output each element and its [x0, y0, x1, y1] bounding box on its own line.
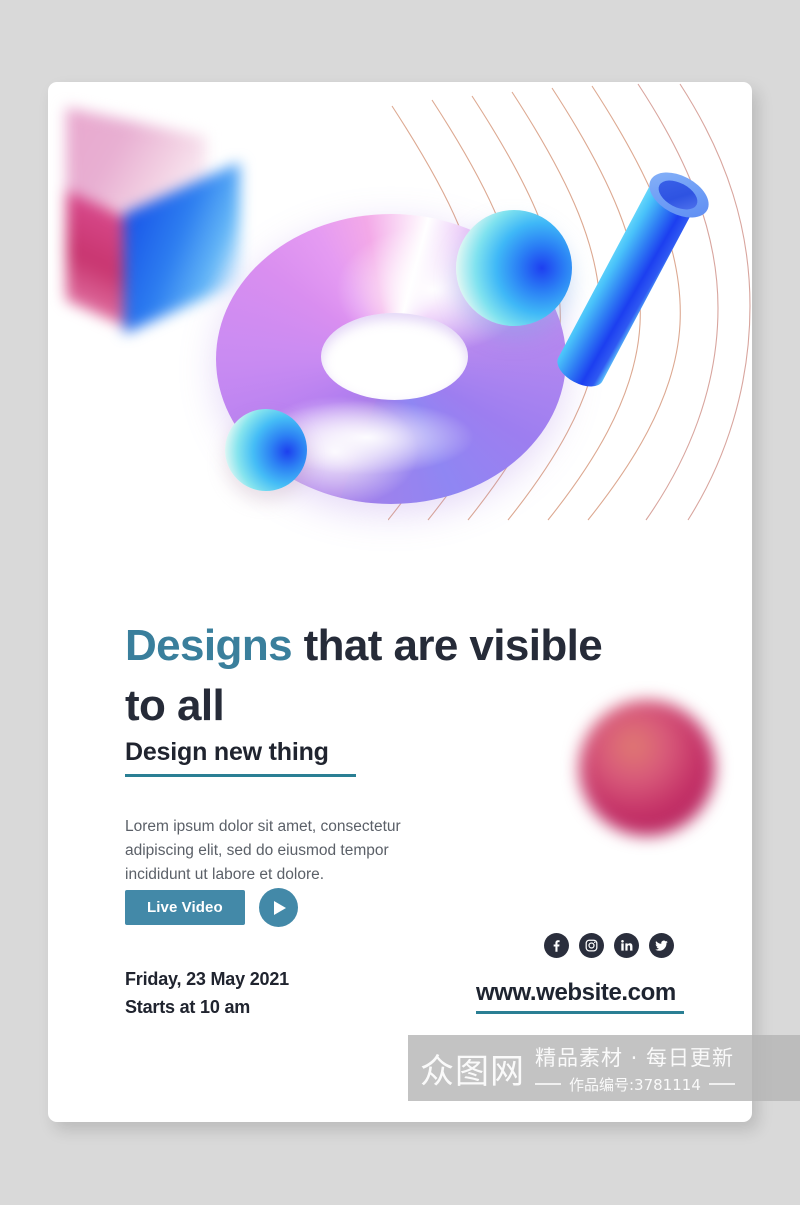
facebook-icon[interactable] — [544, 933, 569, 958]
linkedin-icon[interactable] — [614, 933, 639, 958]
website-underline — [476, 1011, 684, 1014]
watermark-overlay: 众图网 精品素材 · 每日更新 作品编号:3781114 — [408, 1035, 800, 1101]
play-triangle — [274, 900, 287, 915]
watermark-code: 作品编号:3781114 — [569, 1075, 701, 1094]
website-link[interactable]: www.website.com — [476, 979, 676, 1007]
twitter-icon[interactable] — [649, 933, 674, 958]
event-info: Friday, 23 May 2021 Starts at 10 am — [125, 965, 289, 1021]
watermark-code-row: 作品编号:3781114 — [535, 1074, 735, 1095]
watermark-tagline: 精品素材 · 每日更新 — [535, 1045, 735, 1070]
subtitle-underline — [125, 774, 356, 777]
body-line-1: Lorem ipsum dolor sit amet, consectetur — [125, 817, 401, 835]
watermark-dash-right — [708, 1083, 735, 1085]
headline-accent-word: Designs — [125, 621, 293, 671]
cta-row: Live Video — [125, 888, 298, 927]
poster-card: Designs that are visible to all Design n… — [48, 82, 752, 1122]
subtitle: Design new thing — [125, 738, 329, 766]
body-copy: Lorem ipsum dolor sit amet, consectetur … — [125, 815, 525, 887]
event-date: Friday, 23 May 2021 — [125, 969, 289, 989]
body-line-3: incididunt ut labore et dolore. — [125, 865, 325, 883]
page-title: Designs that are visible to all — [125, 616, 625, 736]
event-time: Starts at 10 am — [125, 997, 251, 1017]
watermark-text: 精品素材 · 每日更新 作品编号:3781114 — [535, 1042, 735, 1095]
play-icon[interactable] — [258, 888, 298, 927]
watermark-logo: 众图网 — [420, 1051, 525, 1092]
poster-content: Designs that are visible to all Design n… — [48, 82, 752, 1122]
body-line-2: adipiscing elit, sed do eiusmod tempor — [125, 841, 389, 859]
watermark-dash-left — [535, 1083, 561, 1085]
social-links — [544, 933, 674, 958]
instagram-icon[interactable] — [579, 933, 604, 958]
live-video-button[interactable]: Live Video — [125, 890, 245, 925]
